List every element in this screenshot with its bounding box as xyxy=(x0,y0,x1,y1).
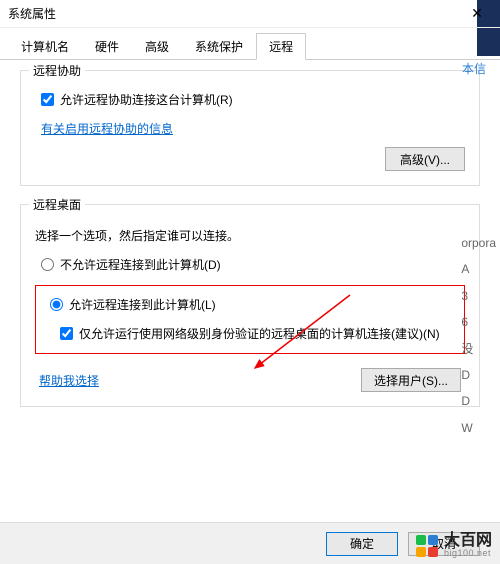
titlebar: 系统属性 ✕ xyxy=(0,0,500,28)
tab-content: 远程协助 允许远程协助连接这台计算机(R) 有关启用远程协助的信息 高级(V).… xyxy=(0,60,500,435)
radio-allow-remote[interactable]: 允许远程连接到此计算机(L) xyxy=(50,296,456,313)
allow-remote-assist-input[interactable] xyxy=(41,93,54,106)
window-title: 系统属性 xyxy=(8,5,462,22)
radio-disallow-remote[interactable]: 不允许远程连接到此计算机(D) xyxy=(41,256,465,273)
tab-hardware[interactable]: 硬件 xyxy=(82,33,132,60)
remote-assist-help-link[interactable]: 有关启用远程协助的信息 xyxy=(41,122,173,136)
nla-checkbox-label: 仅允许运行使用网络级别身份验证的远程桌面的计算机连接(建议)(N) xyxy=(79,325,440,343)
ok-button[interactable]: 确定 xyxy=(326,532,398,556)
side-partial-text: 本信 xyxy=(460,60,500,77)
radio-disallow-label: 不允许远程连接到此计算机(D) xyxy=(60,256,221,273)
remote-desktop-desc: 选择一个选项，然后指定谁可以连接。 xyxy=(35,227,465,244)
nla-checkbox-input[interactable] xyxy=(60,327,73,340)
radio-disallow-input[interactable] xyxy=(41,258,54,271)
remote-assist-legend: 远程协助 xyxy=(29,62,85,79)
help-me-choose-link[interactable]: 帮助我选择 xyxy=(39,372,99,389)
remote-desktop-group: 远程桌面 选择一个选项，然后指定谁可以连接。 不允许远程连接到此计算机(D) 允… xyxy=(20,204,480,407)
nla-checkbox[interactable]: 仅允许运行使用网络级别身份验证的远程桌面的计算机连接(建议)(N) xyxy=(60,325,456,343)
radio-allow-label: 允许远程连接到此计算机(L) xyxy=(69,296,216,313)
remote-desktop-legend: 远程桌面 xyxy=(29,196,85,213)
watermark-text: 大百网 big100.net xyxy=(444,533,492,558)
select-users-button[interactable]: 选择用户(S)... xyxy=(361,368,461,392)
remote-assist-advanced-button[interactable]: 高级(V)... xyxy=(385,147,465,171)
tab-computer-name[interactable]: 计算机名 xyxy=(8,33,82,60)
watermark: 大百网 big100.net xyxy=(416,533,492,558)
tab-system-protection[interactable]: 系统保护 xyxy=(182,33,256,60)
radio-allow-input[interactable] xyxy=(50,298,63,311)
tab-advanced[interactable]: 高级 xyxy=(132,33,182,60)
close-icon[interactable]: ✕ xyxy=(462,2,492,26)
allow-remote-assist-checkbox[interactable]: 允许远程协助连接这台计算机(R) xyxy=(41,91,465,108)
side-partial-list: orpora A 3 6 没 D D W xyxy=(461,230,496,441)
highlight-box: 允许远程连接到此计算机(L) 仅允许运行使用网络级别身份验证的远程桌面的计算机连… xyxy=(35,285,465,354)
tab-remote[interactable]: 远程 xyxy=(256,33,306,60)
watermark-logo-icon xyxy=(416,535,438,557)
allow-remote-assist-label: 允许远程协助连接这台计算机(R) xyxy=(60,91,233,108)
remote-assist-group: 远程协助 允许远程协助连接这台计算机(R) 有关启用远程协助的信息 高级(V).… xyxy=(20,70,480,186)
tab-strip: 计算机名 硬件 高级 系统保护 远程 xyxy=(0,28,500,60)
